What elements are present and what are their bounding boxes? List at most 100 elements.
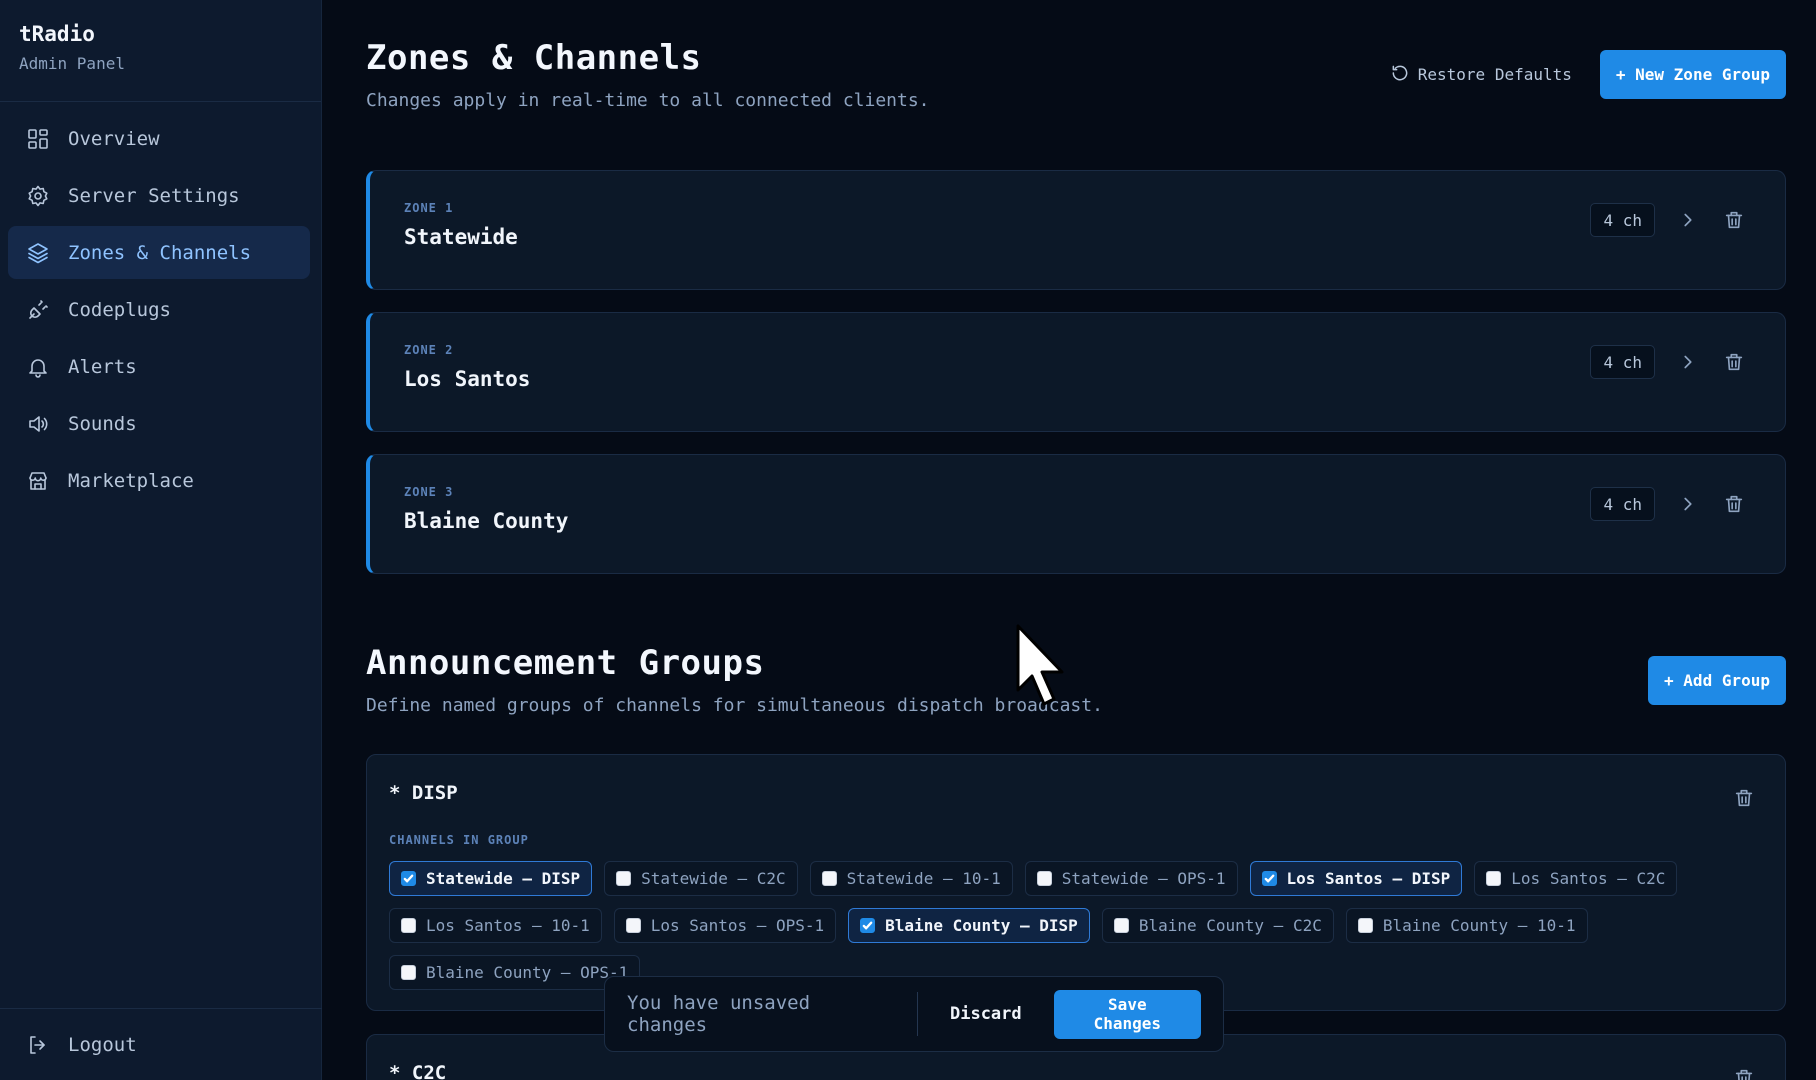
- chevron-right-icon: [1684, 497, 1692, 511]
- zone-card[interactable]: ZONE 2 Los Santos 4 ch: [366, 312, 1786, 432]
- add-group-button[interactable]: + Add Group: [1648, 656, 1786, 705]
- sidebar-item-label: Alerts: [68, 355, 137, 378]
- mouse-cursor-icon: [1016, 624, 1064, 706]
- save-changes-button[interactable]: Save Changes: [1053, 989, 1201, 1039]
- checkbox-icon[interactable]: [625, 918, 641, 933]
- restore-defaults-label: Restore Defaults: [1417, 65, 1572, 84]
- zone-actions: 4 ch: [1590, 203, 1747, 237]
- delete-zone-button[interactable]: [1721, 349, 1747, 375]
- sidebar-item-label: Zones & Channels: [68, 241, 252, 264]
- delete-zone-button[interactable]: [1721, 207, 1747, 233]
- channel-chip[interactable]: Los Santos – 10-1: [389, 908, 602, 943]
- delete-group-button[interactable]: [1731, 1065, 1757, 1080]
- checkbox-icon[interactable]: [821, 871, 837, 886]
- checkbox-icon[interactable]: [616, 871, 632, 886]
- zone-label: ZONE 2: [404, 343, 454, 357]
- trash-icon: [1725, 211, 1743, 229]
- channels-in-group-label: CHANNELS IN GROUP: [389, 833, 529, 847]
- restore-defaults-button[interactable]: Restore Defaults: [1390, 63, 1572, 87]
- zone-card[interactable]: ZONE 3 Blaine County 4 ch: [366, 454, 1786, 574]
- unsaved-changes-bar: You have unsaved changes Discard Save Ch…: [604, 976, 1224, 1052]
- header-actions: Restore Defaults + New Zone Group: [1390, 50, 1786, 99]
- checkbox-checked-icon[interactable]: [860, 918, 876, 933]
- checkbox-icon[interactable]: [1357, 918, 1373, 933]
- channel-chip[interactable]: Blaine County – DISP: [848, 908, 1090, 943]
- sidebar-item-zones-channels[interactable]: Zones & Channels: [8, 226, 310, 279]
- unsaved-message: You have unsaved changes: [627, 992, 918, 1036]
- sidebar-item-server-settings[interactable]: Server Settings: [8, 169, 310, 222]
- channel-count-badge: 4 ch: [1590, 487, 1655, 521]
- checkbox-checked-icon[interactable]: [1261, 871, 1277, 886]
- checkbox-icon[interactable]: [1036, 871, 1052, 886]
- logout-icon: [25, 1032, 51, 1058]
- channel-chip[interactable]: Statewide – OPS-1: [1024, 861, 1238, 896]
- expand-zone-button[interactable]: [1675, 207, 1701, 233]
- channel-chip[interactable]: Los Santos – DISP: [1249, 861, 1463, 896]
- channel-chip-label: Los Santos – OPS-1: [650, 916, 825, 935]
- gear-icon: [25, 183, 51, 209]
- page-header: Zones & Channels Changes apply in real-t…: [366, 38, 1786, 118]
- expand-zone-button[interactable]: [1675, 491, 1701, 517]
- sidebar-item-marketplace[interactable]: Marketplace: [8, 454, 310, 507]
- channel-chip[interactable]: Los Santos – OPS-1: [613, 908, 837, 943]
- store-icon: [25, 468, 51, 494]
- checkbox-icon[interactable]: [1113, 918, 1129, 933]
- channel-chip-label: Blaine County – DISP: [885, 916, 1078, 935]
- delete-zone-button[interactable]: [1721, 491, 1747, 517]
- sidebar-nav: Overview Server Settings Zones & Channel…: [8, 112, 310, 511]
- checkbox-checked-icon[interactable]: [401, 871, 416, 886]
- channel-chip-label: Los Santos – C2C: [1511, 869, 1666, 888]
- trash-icon: [1735, 1069, 1753, 1080]
- channel-chip-label: Blaine County – 10-1: [1382, 916, 1576, 935]
- sidebar-item-label: Sounds: [68, 412, 137, 435]
- brand: tRadio Admin Panel: [0, 0, 321, 102]
- sidebar-item-sounds[interactable]: Sounds: [8, 397, 310, 450]
- channel-chip-label: Statewide – DISP: [426, 869, 581, 888]
- channel-chip-label: Los Santos – DISP: [1286, 869, 1451, 888]
- announcement-groups-subtitle: Define named groups of channels for simu…: [366, 695, 1103, 716]
- announcement-group-card: * DISP CHANNELS IN GROUP Statewide – DIS…: [366, 754, 1786, 1011]
- bell-icon: [25, 354, 51, 380]
- layers-icon: [25, 240, 51, 266]
- channel-count-badge: 4 ch: [1590, 203, 1655, 237]
- checkbox-icon[interactable]: [401, 965, 416, 980]
- restore-icon: [1390, 63, 1410, 87]
- announcement-actions: + Add Group: [1648, 656, 1786, 705]
- delete-group-button[interactable]: [1731, 785, 1757, 811]
- channel-chips: Statewide – DISP Statewide – C2C Statewide…: [389, 861, 1759, 990]
- sidebar-item-label: Codeplugs: [68, 298, 171, 321]
- channel-chip[interactable]: Blaine County – OPS-1: [389, 955, 641, 990]
- chevron-right-icon: [1684, 213, 1692, 227]
- sidebar-item-codeplugs[interactable]: Codeplugs: [8, 283, 310, 336]
- channel-chip[interactable]: Statewide – C2C: [604, 861, 798, 896]
- sidebar-item-label: Overview: [68, 127, 160, 150]
- channel-chip[interactable]: Los Santos – C2C: [1474, 861, 1678, 896]
- sidebar-item-label: Marketplace: [68, 469, 194, 492]
- channel-count-badge: 4 ch: [1590, 345, 1655, 379]
- expand-zone-button[interactable]: [1675, 349, 1701, 375]
- trash-icon: [1735, 789, 1753, 807]
- sidebar-item-alerts[interactable]: Alerts: [8, 340, 310, 393]
- zone-card[interactable]: ZONE 1 Statewide 4 ch: [366, 170, 1786, 290]
- discard-button[interactable]: Discard: [950, 1004, 1022, 1024]
- channel-chip[interactable]: Blaine County – 10-1: [1345, 908, 1588, 943]
- zone-name: Statewide: [404, 225, 518, 249]
- channel-chip-label: Los Santos – 10-1: [426, 916, 590, 935]
- channel-chip[interactable]: Statewide – 10-1: [809, 861, 1013, 896]
- zones-list: ZONE 1 Statewide 4 ch ZONE 2 Los Santos …: [366, 170, 1786, 596]
- announcement-groups-header: Announcement Groups Define named groups …: [366, 643, 1786, 723]
- sidebar-item-overview[interactable]: Overview: [8, 112, 310, 165]
- zone-label: ZONE 3: [404, 485, 454, 499]
- checkbox-icon[interactable]: [401, 918, 416, 933]
- new-zone-group-button[interactable]: + New Zone Group: [1599, 50, 1786, 99]
- channel-chip[interactable]: Blaine County – C2C: [1101, 908, 1334, 943]
- speaker-icon: [25, 411, 51, 437]
- group-name: * DISP: [389, 782, 458, 804]
- zone-actions: 4 ch: [1590, 487, 1747, 521]
- zone-label: ZONE 1: [404, 201, 454, 215]
- logout-button[interactable]: Logout: [0, 1008, 322, 1080]
- checkbox-icon[interactable]: [1486, 871, 1502, 886]
- channel-chip-label: Statewide – C2C: [641, 869, 786, 888]
- channel-chip-label: Blaine County – OPS-1: [426, 963, 629, 982]
- channel-chip[interactable]: Statewide – DISP: [389, 861, 593, 896]
